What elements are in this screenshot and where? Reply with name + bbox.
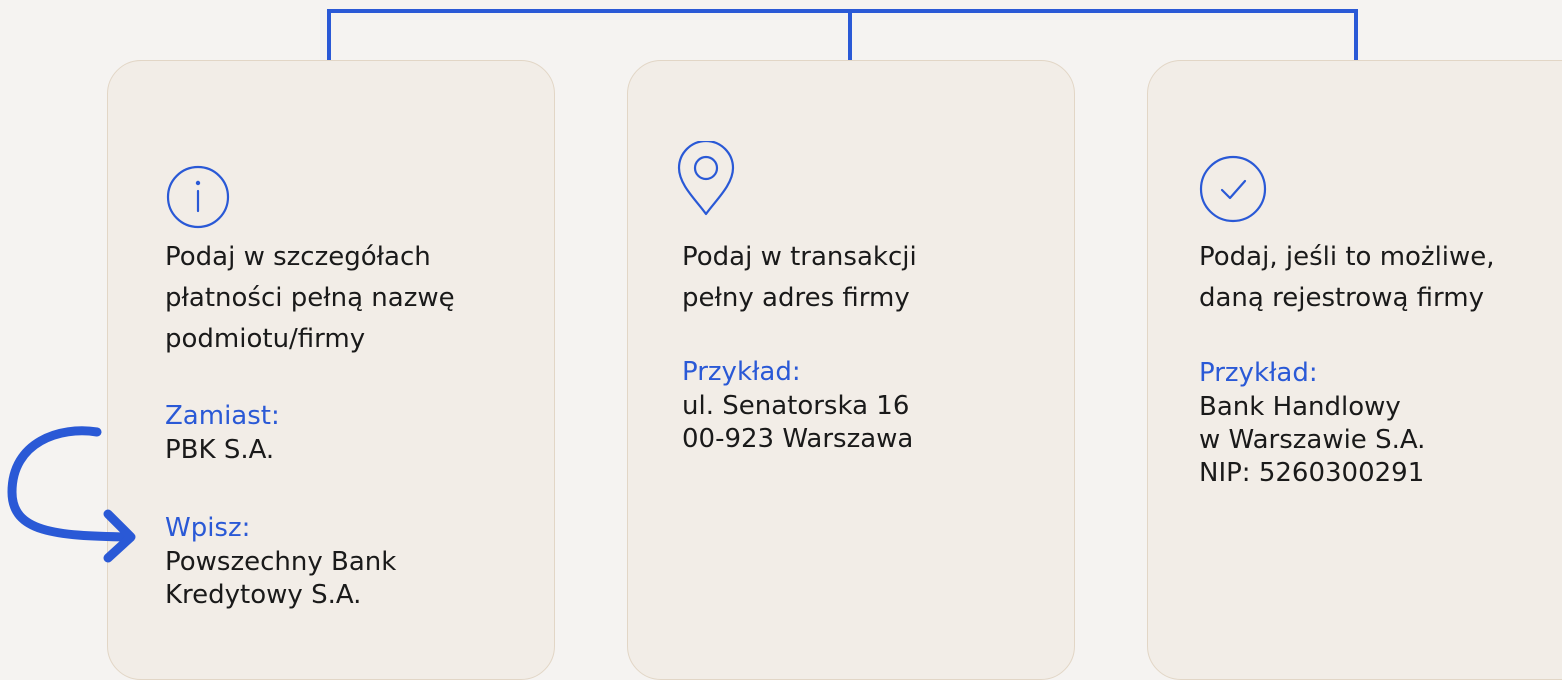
example-value: Bank Handlowy w Warszawie S.A. NIP: 5260…: [1199, 392, 1426, 488]
card-registration-data: Podaj, jeśli to możliwe, daną rejestrową…: [1147, 60, 1562, 680]
example-value: ul. Senatorska 16 00-923 Warszawa: [682, 391, 914, 454]
card-title: Podaj w szczegółach płatności pełną nazw…: [165, 242, 455, 354]
card-company-name: Podaj w szczegółach płatności pełną nazw…: [107, 60, 555, 680]
instead-value: PBK S.A.: [165, 435, 275, 465]
card-title: Podaj w transakcji pełny adres firmy: [682, 242, 917, 313]
example-label: Przykład:: [1199, 358, 1318, 388]
card-title: Podaj, jeśli to możliwe, daną rejestrową…: [1199, 242, 1495, 313]
connector-horizontal-line: [327, 9, 1358, 13]
location-pin-icon: [675, 139, 737, 221]
info-icon: [166, 165, 230, 233]
enter-value: Powszechny Bank Kredytowy S.A.: [165, 547, 397, 610]
curved-arrow-icon: [7, 426, 136, 563]
enter-label: Wpisz:: [165, 513, 251, 543]
checkmark-circle-icon: [1199, 155, 1267, 227]
card-company-address: Podaj w transakcji pełny adres firmy Prz…: [627, 60, 1075, 680]
instead-label: Zamiast:: [165, 401, 280, 431]
example-label: Przykład:: [682, 357, 801, 387]
